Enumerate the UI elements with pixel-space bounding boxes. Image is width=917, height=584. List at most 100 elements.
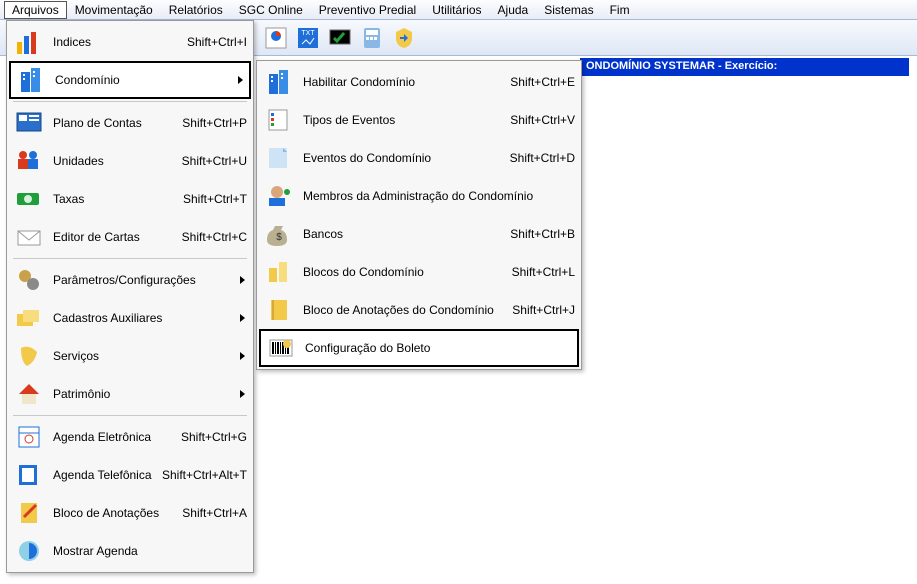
menu-item-label: Cadastros Auxiliares xyxy=(53,311,247,325)
menu2-item-bloco-de-anotac-o-es-do-condomi-nio[interactable]: Bloco de Anotações do CondomínioShift+Ct… xyxy=(259,291,579,329)
chevron-right-icon xyxy=(240,390,245,398)
glove-icon xyxy=(13,340,45,372)
barcode-icon xyxy=(265,332,297,364)
menu-item-label: Bloco de Anotações do Condomínio xyxy=(303,303,506,317)
building-icon xyxy=(263,66,295,98)
menu-item-shortcut: Shift+Ctrl+B xyxy=(504,227,575,241)
people-icon xyxy=(13,145,45,177)
menu-item-shortcut: Shift+Ctrl+T xyxy=(177,192,247,206)
menubar-item-sgc-online[interactable]: SGC Online xyxy=(231,1,311,19)
txt-icon[interactable]: TXT xyxy=(294,24,322,52)
menu2-item-habilitar-condomi-nio[interactable]: Habilitar CondomínioShift+Ctrl+E xyxy=(259,63,579,101)
menubar-item-preventivo-predial[interactable]: Preventivo Predial xyxy=(311,1,424,19)
menu-item-label: Blocos do Condomínio xyxy=(303,265,506,279)
monitor-check-icon[interactable] xyxy=(326,24,354,52)
menu2-item-tipos-de-eventos[interactable]: Tipos de EventosShift+Ctrl+V xyxy=(259,101,579,139)
mail-icon xyxy=(13,221,45,253)
menu-item-label: Habilitar Condomínio xyxy=(303,75,504,89)
menu-item-label: Agenda Eletrônica xyxy=(53,430,175,444)
chevron-right-icon xyxy=(240,276,245,284)
arquivos-menu: IndicesShift+Ctrl+I Condomínio Plano de Co… xyxy=(6,20,254,573)
menu-item-label: Agenda Telefônica xyxy=(53,468,156,482)
menu-item-label: Editor de Cartas xyxy=(53,230,176,244)
plan-icon xyxy=(13,107,45,139)
shield-arrow-icon[interactable] xyxy=(390,24,418,52)
menubar-item-sistemas[interactable]: Sistemas xyxy=(536,1,601,19)
menu2-item-configurac-a-o-do-boleto[interactable]: Configuração do Boleto xyxy=(259,329,579,367)
menubar-item-relat-rios[interactable]: Relatórios xyxy=(161,1,231,19)
menu-item-label: Unidades xyxy=(53,154,176,168)
svg-text:TXT: TXT xyxy=(301,30,315,37)
menu2-item-membros-da-administrac-a-o-do-condomi-nio[interactable]: Membros da Administração do Condomínio xyxy=(259,177,579,215)
chart-icon xyxy=(13,26,45,58)
menu-item-label: Parâmetros/Configurações xyxy=(53,273,247,287)
menu1-item-editor-de-cartas[interactable]: Editor de CartasShift+Ctrl+C xyxy=(9,218,251,256)
members-icon xyxy=(263,180,295,212)
menu-separator xyxy=(13,258,247,259)
home-icon xyxy=(13,378,45,410)
menu-item-shortcut: Shift+Ctrl+P xyxy=(176,116,247,130)
menu1-item-para-metros-configurac-o-es[interactable]: Parâmetros/Configurações xyxy=(9,261,251,299)
money-bag-icon: $ xyxy=(263,218,295,250)
chevron-right-icon xyxy=(240,314,245,322)
building-icon xyxy=(15,64,47,96)
menu1-item-servic-os[interactable]: Serviços xyxy=(9,337,251,375)
menu1-item-agenda-eletro-nica[interactable]: Agenda EletrônicaShift+Ctrl+G xyxy=(9,418,251,456)
menu-item-shortcut: Shift+Ctrl+J xyxy=(506,303,575,317)
gears-icon xyxy=(13,264,45,296)
menu-item-label: Condomínio xyxy=(55,73,245,87)
show-agenda-icon xyxy=(13,535,45,567)
condominio-submenu: Habilitar CondomínioShift+Ctrl+ETipos de… xyxy=(256,60,582,370)
menu2-item-bancos[interactable]: $ BancosShift+Ctrl+B xyxy=(259,215,579,253)
blocks-icon xyxy=(263,256,295,288)
menu1-item-cadastros-auxiliares[interactable]: Cadastros Auxiliares xyxy=(9,299,251,337)
menu-item-shortcut: Shift+Ctrl+Alt+T xyxy=(156,468,247,482)
menu-item-shortcut: Shift+Ctrl+A xyxy=(176,506,247,520)
menu-item-shortcut: Shift+Ctrl+U xyxy=(176,154,247,168)
menu-item-shortcut: Shift+Ctrl+V xyxy=(504,113,575,127)
money-icon xyxy=(13,183,45,215)
menu-item-label: Indices xyxy=(53,35,181,49)
menu-item-label: Patrimônio xyxy=(53,387,247,401)
menu-item-label: Tipos de Eventos xyxy=(303,113,504,127)
menu-item-shortcut: Shift+Ctrl+I xyxy=(181,35,247,49)
notebook-icon xyxy=(263,294,295,326)
menu-item-label: Taxas xyxy=(53,192,177,206)
menu-item-label: Mostrar Agenda xyxy=(53,544,247,558)
menu1-item-agenda-telefo-nica[interactable]: Agenda TelefônicaShift+Ctrl+Alt+T xyxy=(9,456,251,494)
calculator-icon[interactable] xyxy=(358,24,386,52)
menubar-item-ajuda[interactable]: Ajuda xyxy=(490,1,537,19)
chevron-right-icon xyxy=(240,352,245,360)
menu2-item-eventos-do-condomi-nio[interactable]: Eventos do CondomínioShift+Ctrl+D xyxy=(259,139,579,177)
menubar-item-movimenta-o[interactable]: Movimentação xyxy=(67,1,161,19)
menu1-item-bloco-de-anotac-o-es[interactable]: Bloco de AnotaçõesShift+Ctrl+A xyxy=(9,494,251,532)
menu2-item-blocos-do-condomi-nio[interactable]: Blocos do CondomínioShift+Ctrl+L xyxy=(259,253,579,291)
menu1-item-unidades[interactable]: UnidadesShift+Ctrl+U xyxy=(9,142,251,180)
menu-separator xyxy=(13,415,247,416)
status-strip: ONDOMÍNIO SYSTEMAR - Exercício: xyxy=(580,58,909,76)
menubar-item-utilit-rios[interactable]: Utilitários xyxy=(424,1,489,19)
menu-item-shortcut: Shift+Ctrl+L xyxy=(506,265,575,279)
menu1-item-patrimo-nio[interactable]: Patrimônio xyxy=(9,375,251,413)
report-icon[interactable] xyxy=(262,24,290,52)
menu1-item-mostrar-agenda[interactable]: Mostrar Agenda xyxy=(9,532,251,570)
menubar-item-arquivos[interactable]: Arquivos xyxy=(4,1,67,19)
menu-item-label: Plano de Contas xyxy=(53,116,176,130)
events-list-icon xyxy=(263,104,295,136)
menu1-item-indices[interactable]: IndicesShift+Ctrl+I xyxy=(9,23,251,61)
notepad-icon xyxy=(13,497,45,529)
menu-item-shortcut: Shift+Ctrl+G xyxy=(175,430,247,444)
menubar: ArquivosMovimentaçãoRelatóriosSGC Online… xyxy=(0,0,917,20)
menu-item-label: Serviços xyxy=(53,349,247,363)
menu-item-label: Membros da Administração do Condomínio xyxy=(303,189,575,203)
note-icon xyxy=(263,142,295,174)
menu-item-shortcut: Shift+Ctrl+D xyxy=(504,151,575,165)
menu1-item-taxas[interactable]: TaxasShift+Ctrl+T xyxy=(9,180,251,218)
menu-item-label: Bancos xyxy=(303,227,504,241)
menu1-item-plano-de-contas[interactable]: Plano de ContasShift+Ctrl+P xyxy=(9,104,251,142)
chevron-right-icon xyxy=(238,76,243,84)
menu1-item-condomi-nio[interactable]: Condomínio xyxy=(9,61,251,99)
menu-item-label: Eventos do Condomínio xyxy=(303,151,504,165)
svg-text:$: $ xyxy=(276,232,282,243)
menubar-item-fim[interactable]: Fim xyxy=(602,1,638,19)
